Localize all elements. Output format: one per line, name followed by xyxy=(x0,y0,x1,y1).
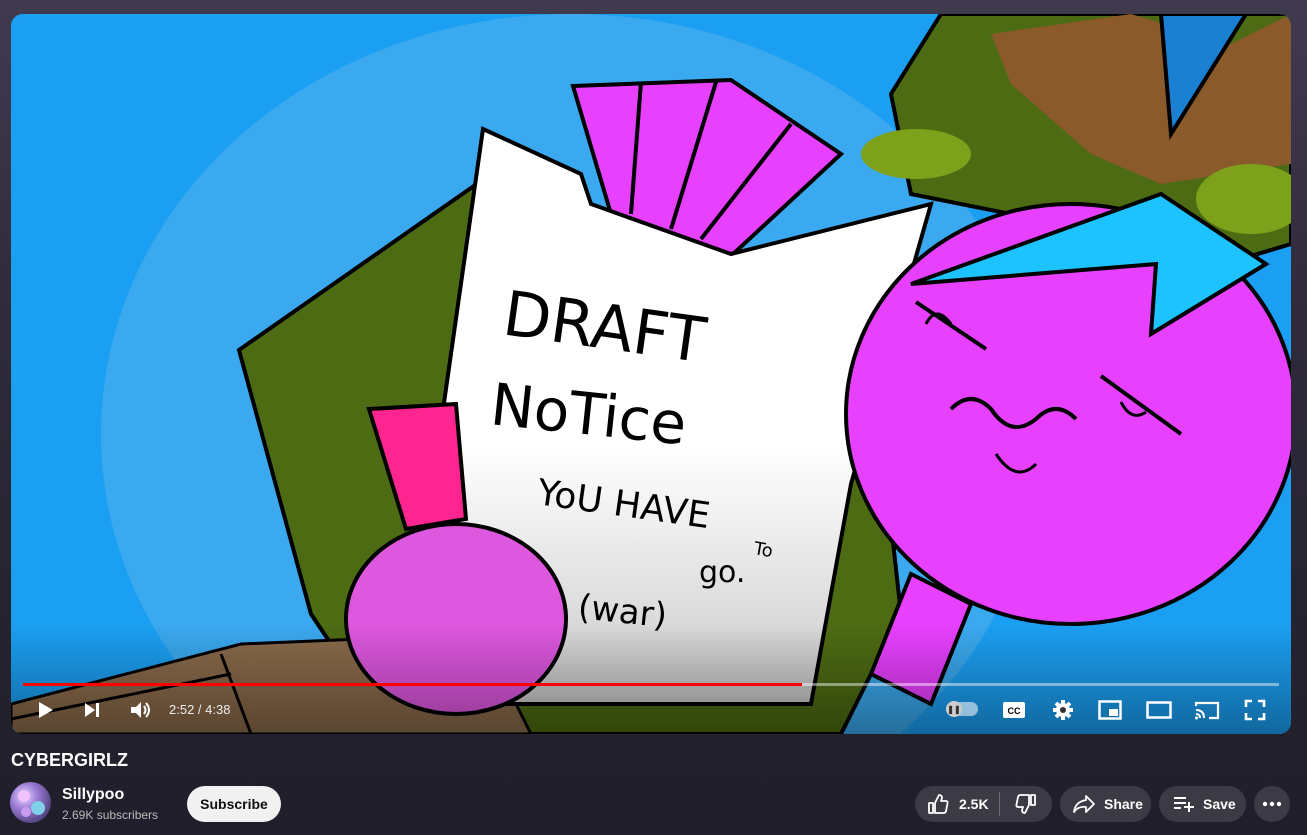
play-icon xyxy=(39,702,53,718)
like-button[interactable]: 2.5K xyxy=(915,786,999,822)
svg-text:CC: CC xyxy=(1008,706,1021,716)
next-icon xyxy=(85,703,99,717)
video-frame: DRAFT NoTice YoU HAVE To go. (war) xyxy=(11,14,1291,734)
like-count: 2.5K xyxy=(959,796,989,812)
pause-icon: ❚❚ xyxy=(946,701,962,717)
cast-icon xyxy=(1194,701,1220,720)
frame-text-to: To xyxy=(751,538,774,562)
like-dislike-group: 2.5K xyxy=(915,786,1052,822)
volume-icon xyxy=(131,702,150,718)
dislike-icon xyxy=(1015,794,1036,814)
video-title: CYBERGIRLZ xyxy=(11,750,128,770)
volume-button[interactable] xyxy=(123,695,157,725)
play-button[interactable] xyxy=(28,695,62,725)
theater-button[interactable] xyxy=(1142,695,1176,725)
fullscreen-button[interactable] xyxy=(1238,695,1272,725)
autoplay-toggle[interactable]: ❚❚ xyxy=(946,701,978,717)
save-icon xyxy=(1174,797,1194,812)
save-label: Save xyxy=(1203,796,1236,812)
captions-icon: CC xyxy=(1003,702,1025,718)
frame-text-go: go. xyxy=(699,555,745,590)
progress-played xyxy=(23,683,803,686)
settings-button[interactable] xyxy=(1046,695,1080,725)
time-display: 2:52 / 4:38 xyxy=(169,702,230,717)
share-button[interactable]: Share xyxy=(1060,786,1151,822)
time-separator: / xyxy=(194,702,206,717)
next-button[interactable] xyxy=(75,695,109,725)
settings-icon xyxy=(1053,700,1073,720)
share-icon xyxy=(1073,795,1095,813)
current-time: 2:52 xyxy=(169,702,195,717)
progress-bar[interactable] xyxy=(23,683,1279,686)
miniplayer-button[interactable] xyxy=(1093,695,1127,725)
save-button[interactable]: Save xyxy=(1159,786,1246,822)
subscriber-count: 2.69K subscribers xyxy=(62,808,159,822)
subscribe-button[interactable]: Subscribe xyxy=(187,786,281,822)
more-icon xyxy=(1262,801,1282,807)
captions-button[interactable]: CC xyxy=(997,695,1031,725)
like-icon xyxy=(928,794,949,814)
fullscreen-icon xyxy=(1244,699,1266,721)
avatar-image xyxy=(18,790,45,817)
theater-icon xyxy=(1146,701,1172,719)
channel-name[interactable]: Sillypoo xyxy=(62,786,124,804)
duration: 4:38 xyxy=(205,702,231,717)
dislike-button[interactable] xyxy=(1000,786,1052,822)
share-label: Share xyxy=(1104,796,1143,812)
miniplayer-icon xyxy=(1098,700,1122,720)
cast-button[interactable] xyxy=(1190,695,1224,725)
video-player[interactable]: DRAFT NoTice YoU HAVE To go. (war) 2:52 … xyxy=(11,14,1291,734)
channel-avatar[interactable] xyxy=(10,782,51,823)
more-actions-button[interactable] xyxy=(1254,786,1290,822)
